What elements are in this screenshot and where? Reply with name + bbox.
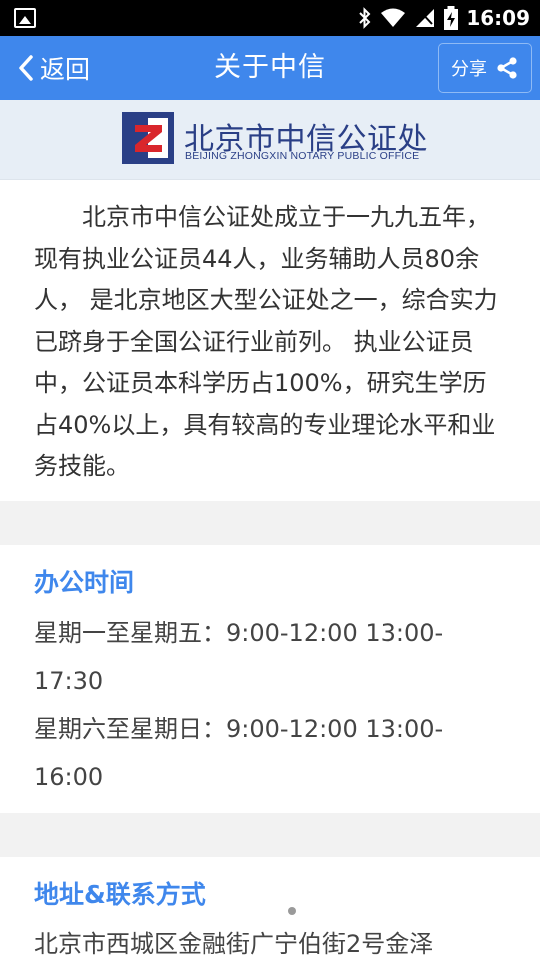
brand-banner: 北京市中信公证处 BEIJING ZHONGXIN NOTARY PUBLIC … [0,100,540,180]
chevron-left-icon [19,55,33,81]
office-hours-title: 办公时间 [34,568,135,597]
status-bar: 16:09 [0,0,540,36]
status-icons: 16:09 [358,4,530,32]
share-icon [497,57,517,79]
intro-section: 北京市中信公证处成立于一九九五年，现有执业公证员44人，业务辅助人员80余人， … [0,181,540,501]
share-label: 分享 [451,59,487,80]
section-divider [0,813,540,857]
battery-charging-icon [444,6,459,30]
wifi-icon [381,8,406,27]
section-divider [0,501,540,545]
share-button[interactable]: 分享 [438,43,532,93]
app-header: 关于中信 返回 分享 [0,36,540,100]
brand-name-en: BEIJING ZHONGXIN NOTARY PUBLIC OFFICE [185,150,420,162]
clock: 16:09 [466,6,530,30]
intro-paragraph: 北京市中信公证处成立于一九九五年，现有执业公证员44人，业务辅助人员80余人， … [34,203,498,480]
bluetooth-icon [359,7,371,29]
contact-title: 地址&联系方式 [34,880,206,909]
weekend-hours: 星期六至星期日：9:00-12:00 13:00-16:00 [34,715,444,791]
back-label: 返回 [40,55,91,84]
contact-section: 地址&联系方式 北京市西城区金融街广宁伯街2号金泽 [0,857,540,960]
address-text: 北京市西城区金融街广宁伯街2号金泽 [34,930,434,958]
image-notification-icon [14,8,36,28]
back-button[interactable]: 返回 [18,36,90,100]
cellular-icon [416,9,435,27]
office-hours-section: 办公时间 星期一至星期五：9:00-12:00 13:00-17:30 星期六至… [0,545,540,813]
weekday-hours: 星期一至星期五：9:00-12:00 13:00-17:30 [34,619,444,695]
scroll-indicator [288,907,296,915]
notary-logo-icon [122,112,174,164]
